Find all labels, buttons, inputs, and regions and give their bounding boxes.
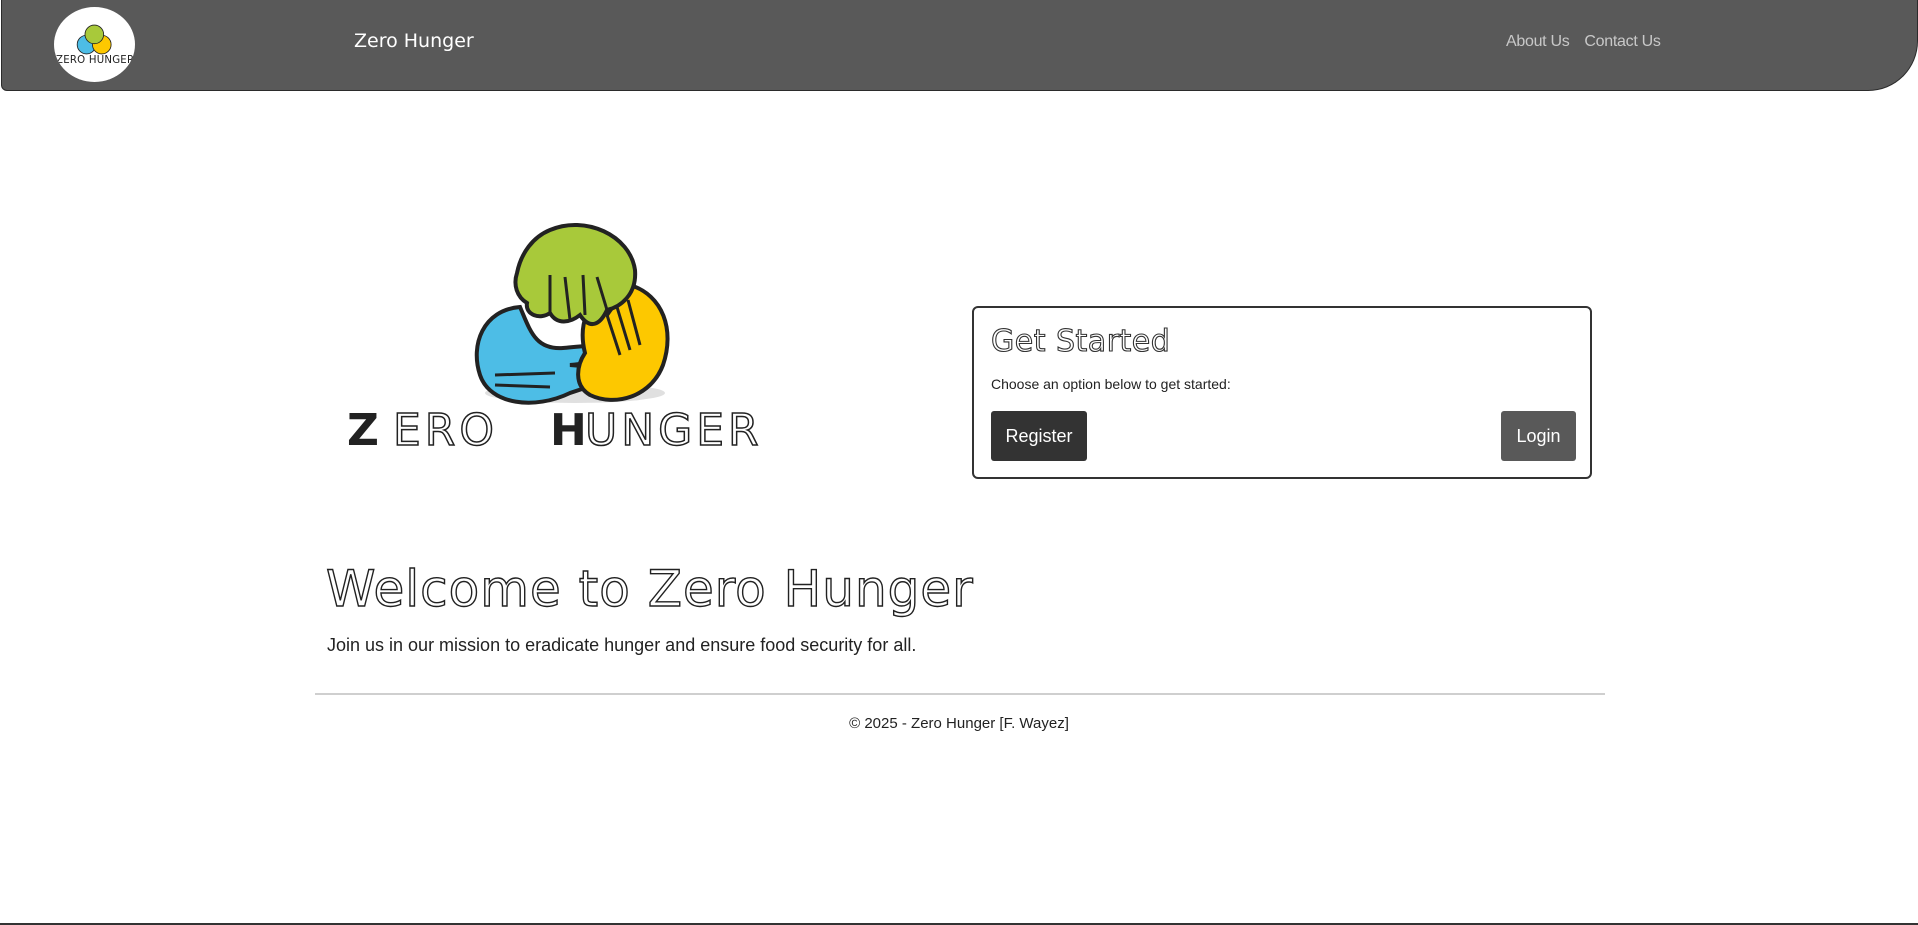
register-button[interactable]: Register bbox=[991, 411, 1087, 461]
welcome-text: Join us in our mission to eradicate hung… bbox=[327, 635, 917, 655]
nav-contact-us[interactable]: Contact Us bbox=[1584, 33, 1660, 51]
card-text: Choose an option below to get started: bbox=[991, 376, 1231, 392]
login-button[interactable]: Login bbox=[1501, 411, 1576, 461]
logo-word-ero: ERO bbox=[393, 405, 498, 450]
brand-name[interactable]: Zero Hunger bbox=[354, 30, 474, 52]
nav-links: About Us Contact Us bbox=[1506, 33, 1661, 51]
get-started-card: Get Started Choose an option below to ge… bbox=[972, 306, 1592, 479]
footer-text: © 2025 - Zero Hunger [F. Wayez] bbox=[849, 715, 1069, 732]
zero-hunger-logo-icon: ZERO HUNGER bbox=[56, 24, 134, 66]
brand-logo[interactable]: ZERO HUNGER bbox=[54, 7, 135, 82]
hero-logo: Z ERO H UNGER bbox=[345, 215, 805, 457]
logo-wordmark: ZERO HUNGER bbox=[56, 55, 134, 66]
navbar: ZERO HUNGER Zero Hunger About Us Contact… bbox=[1, 0, 1918, 91]
logo-letter-h: H bbox=[550, 405, 587, 450]
nav-about-us[interactable]: About Us bbox=[1506, 33, 1570, 51]
logo-word-unger: UNGER bbox=[585, 405, 763, 450]
zero-hunger-logo-icon: Z ERO H UNGER bbox=[347, 223, 763, 457]
divider bbox=[315, 693, 1605, 695]
card-title: Get Started bbox=[990, 323, 1171, 359]
welcome-title: Welcome to Zero Hunger bbox=[325, 559, 974, 618]
logo-letter-z: Z bbox=[347, 405, 379, 450]
